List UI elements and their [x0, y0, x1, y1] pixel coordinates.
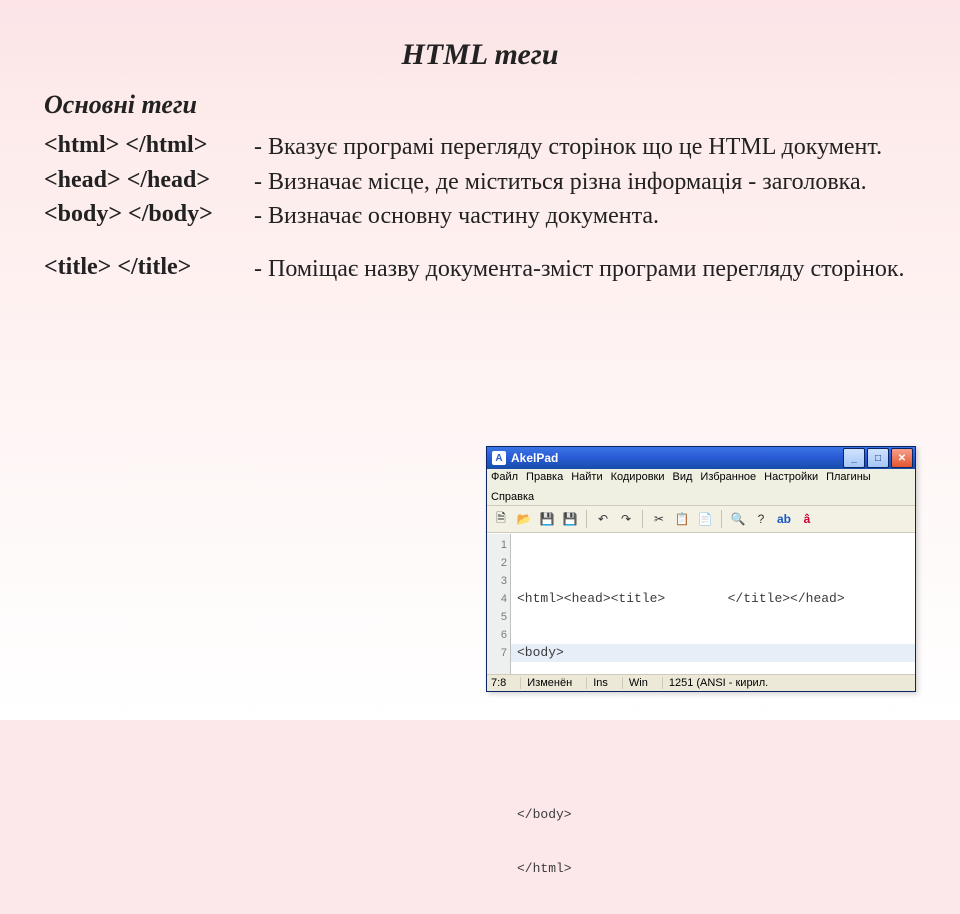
gutter-line: 4 — [487, 590, 507, 608]
slide-subtitle: Основні теги — [44, 90, 916, 120]
slide: HTML теги Основні теги <html> </html> - … — [0, 0, 960, 720]
find-icon[interactable]: 🔍 — [728, 509, 748, 529]
menu-bar: Файл Правка Найти Кодировки Вид Избранно… — [487, 469, 915, 506]
save-icon[interactable]: 💾 — [537, 509, 557, 529]
editor-window: A AkelPad _ □ ✕ Файл Правка Найти Кодиро… — [486, 446, 916, 692]
menu-item[interactable]: Кодировки — [611, 471, 665, 483]
tag-name: <title> </title> — [44, 252, 254, 287]
menu-item[interactable]: Избранное — [700, 471, 756, 483]
open-icon[interactable]: 📂 — [514, 509, 534, 529]
window-titlebar[interactable]: A AkelPad _ □ ✕ — [487, 447, 915, 469]
menu-item[interactable]: Найти — [571, 471, 602, 483]
tag-row: <body> </body> - Визначає основну частин… — [44, 199, 916, 234]
toolbar-separator — [721, 510, 722, 528]
tag-row: <html> </html> - Вказує програмі перегля… — [44, 130, 916, 165]
gutter-line: 7 — [487, 644, 507, 662]
tags-table: <html> </html> - Вказує програмі перегля… — [44, 130, 916, 287]
copy-icon[interactable]: 📋 — [672, 509, 692, 529]
app-icon: A — [492, 451, 506, 465]
editor-area[interactable]: 1 2 3 4 5 6 7 <html><head><title> </titl… — [487, 533, 915, 674]
tag-desc: - Визначає основну частину документа. — [254, 199, 916, 234]
code-line: </html> — [517, 860, 909, 878]
tag-desc: - Поміщає назву документа-зміст програми… — [254, 252, 916, 287]
close-button[interactable]: ✕ — [891, 448, 913, 468]
font-icon[interactable]: ab — [774, 509, 794, 529]
toolbar-separator — [642, 510, 643, 528]
cut-icon[interactable]: ✂ — [649, 509, 669, 529]
slide-title: HTML теги — [44, 38, 916, 72]
menu-item[interactable]: Файл — [491, 471, 518, 483]
menu-item[interactable]: Справка — [491, 491, 534, 503]
status-pos: 7:8 — [491, 677, 506, 689]
line-gutter: 1 2 3 4 5 6 7 — [487, 534, 511, 674]
gutter-line: 6 — [487, 626, 507, 644]
gutter-line: 5 — [487, 608, 507, 626]
gutter-line: 2 — [487, 554, 507, 572]
menu-item[interactable]: Правка — [526, 471, 563, 483]
new-file-icon[interactable]: 🗎 — [491, 509, 511, 529]
code-line: <html><head><title> </title></head> — [517, 590, 909, 608]
undo-icon[interactable]: ↶ — [593, 509, 613, 529]
code-area[interactable]: <html><head><title> </title></head> <bod… — [511, 534, 915, 674]
tag-name: <html> </html> — [44, 130, 254, 165]
menu-item[interactable]: Настройки — [764, 471, 818, 483]
tag-desc: - Визначає місце, де міститься різна інф… — [254, 165, 916, 200]
tag-desc: - Вказує програмі перегляду сторінок що … — [254, 130, 916, 165]
help-icon[interactable]: ? — [751, 509, 771, 529]
code-line: </body> — [517, 806, 909, 824]
redo-icon[interactable]: ↷ — [616, 509, 636, 529]
tag-row: <title> </title> - Поміщає назву докумен… — [44, 252, 916, 287]
gutter-line: 1 — [487, 536, 507, 554]
window-title: AkelPad — [511, 451, 843, 465]
spacer-row — [44, 234, 916, 252]
toolbar: 🗎 📂 💾 💾 ↶ ↷ ✂ 📋 📄 🔍 ? ab â — [487, 506, 915, 533]
gutter-line: 3 — [487, 572, 507, 590]
code-line: <body> — [517, 644, 909, 662]
toolbar-separator — [586, 510, 587, 528]
minimize-button[interactable]: _ — [843, 448, 865, 468]
menu-item[interactable]: Вид — [673, 471, 693, 483]
save-all-icon[interactable]: 💾 — [560, 509, 580, 529]
maximize-button[interactable]: □ — [867, 448, 889, 468]
menu-item[interactable]: Плагины — [826, 471, 871, 483]
paste-icon[interactable]: 📄 — [695, 509, 715, 529]
window-buttons: _ □ ✕ — [843, 448, 913, 468]
tag-name: <body> </body> — [44, 199, 254, 234]
tag-name: <head> </head> — [44, 165, 254, 200]
tag-row: <head> </head> - Визначає місце, де міст… — [44, 165, 916, 200]
sort-icon[interactable]: â — [797, 509, 817, 529]
